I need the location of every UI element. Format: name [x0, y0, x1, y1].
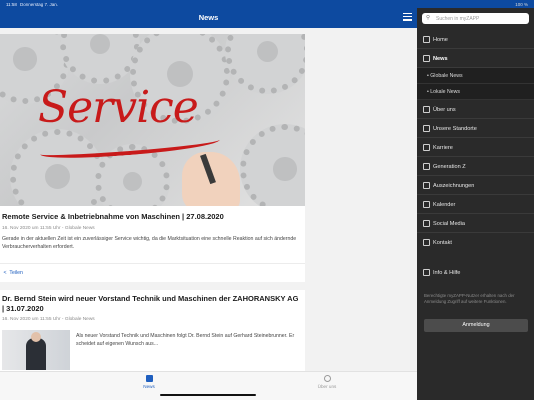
- sidebar-item-globale-news[interactable]: • Globale News: [417, 68, 534, 84]
- sidebar-item-standorte[interactable]: Unsere Standorte: [417, 119, 534, 138]
- sidebar-item-kontakt[interactable]: Kontakt: [417, 233, 534, 252]
- sidebar-item-home[interactable]: Home: [417, 30, 534, 49]
- status-date: Donnerstag 7. Jan.: [20, 1, 59, 7]
- tab-label: Über uns: [317, 384, 337, 389]
- sidebar-item-social-media[interactable]: Social Media: [417, 214, 534, 233]
- sidebar-item-ueber-uns[interactable]: Über uns: [417, 100, 534, 119]
- news-card[interactable]: Service Remote Service & Inbetriebnahme …: [0, 34, 305, 282]
- hero-text: Service: [38, 82, 199, 133]
- building-icon: [423, 105, 430, 113]
- share-icon: [423, 219, 430, 227]
- status-time: 11:58: [6, 1, 17, 7]
- news-icon: [423, 54, 430, 62]
- share-icon: <: [3, 270, 7, 276]
- sidebar-item-kalender[interactable]: Kalender: [417, 195, 534, 214]
- search-box[interactable]: ⚲: [422, 13, 529, 24]
- location-icon: [423, 124, 430, 132]
- news-icon: [145, 375, 153, 382]
- article-excerpt: Als neuer Vorstand Technik und Maschinen…: [76, 333, 295, 347]
- article-meta: 16. Nov 2020 um 11:55 Uhr - Globale News: [2, 226, 95, 231]
- search-icon: ⚲: [426, 15, 431, 21]
- article-thumbnail: [2, 330, 70, 370]
- briefcase-icon: [423, 143, 430, 151]
- sidebar-item-auszeichnungen[interactable]: Auszeichnungen: [417, 176, 534, 195]
- sidebar-item-generation-z[interactable]: Generation Z: [417, 157, 534, 176]
- page-title: News: [198, 13, 219, 22]
- tab-news[interactable]: News: [119, 375, 179, 389]
- status-bar: 11:58 Donnerstag 7. Jan. 100 %: [0, 0, 534, 8]
- nav-list: Home News • Globale News • Lokale News Ü…: [417, 30, 534, 282]
- app-header: News: [0, 8, 417, 28]
- sidebar-item-lokale-news[interactable]: • Lokale News: [417, 84, 534, 100]
- info-icon: [323, 375, 331, 382]
- article-meta: 16. Nov 2020 um 11:55 Uhr - Globale News: [2, 317, 95, 322]
- status-battery: 100 %: [515, 1, 528, 7]
- sidebar-item-news[interactable]: News: [417, 49, 534, 68]
- tab-about[interactable]: Über uns: [297, 375, 357, 389]
- news-feed[interactable]: Service Remote Service & Inbetriebnahme …: [0, 28, 417, 371]
- menu-icon[interactable]: [403, 13, 412, 21]
- login-note: Berechtigte myZAPP-Nutzer erhalten nach …: [424, 293, 515, 304]
- news-card[interactable]: Dr. Bernd Stein wird neuer Vorstand Tech…: [0, 290, 305, 371]
- tab-label: News: [143, 384, 155, 389]
- article-title[interactable]: Dr. Bernd Stein wird neuer Vorstand Tech…: [2, 294, 302, 314]
- article-excerpt: Gerade in der aktuellen Zeit ist ein zuv…: [2, 236, 297, 250]
- help-icon: [423, 268, 430, 276]
- search-input[interactable]: [436, 14, 526, 23]
- sidebar-item-info-hilfe[interactable]: Info & Hilfe: [417, 263, 534, 282]
- login-button[interactable]: Anmeldung: [424, 319, 528, 332]
- article-title[interactable]: Remote Service & Inbetriebnahme von Masc…: [2, 212, 302, 222]
- share-label: Teilen: [9, 270, 23, 276]
- share-button[interactable]: < Teilen: [2, 270, 23, 276]
- award-icon: [423, 181, 430, 189]
- side-menu: ⚲ Home News • Globale News • Lokale News…: [417, 8, 534, 400]
- contact-icon: [423, 238, 430, 246]
- article-image: Service: [0, 34, 305, 206]
- sidebar-item-karriere[interactable]: Karriere: [417, 138, 534, 157]
- home-indicator[interactable]: [160, 394, 256, 396]
- home-icon: [423, 35, 430, 43]
- calendar-icon: [423, 200, 430, 208]
- people-icon: [423, 162, 430, 170]
